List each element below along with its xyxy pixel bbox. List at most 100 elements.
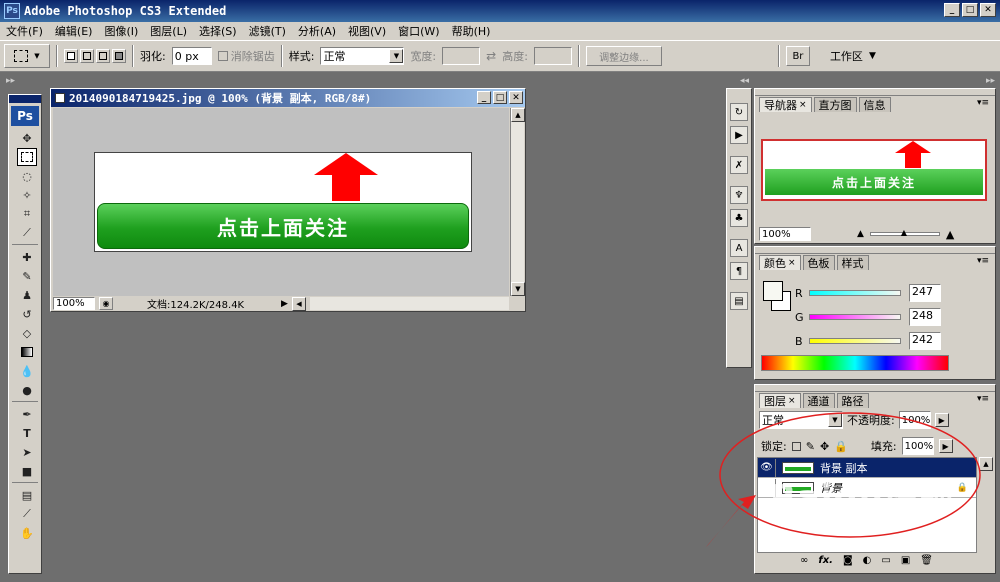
menu-filter[interactable]: 滤镜(T) (243, 23, 292, 39)
blur-tool-icon[interactable]: 💧 (17, 362, 37, 380)
blue-value-field[interactable]: 242 (909, 332, 941, 350)
tab-navigator[interactable]: 导航器 × (759, 97, 812, 112)
lasso-tool-icon[interactable]: ◌ (17, 167, 37, 185)
history-brush-tool-icon[interactable]: ↺ (17, 305, 37, 323)
new-group-icon[interactable]: ▭ (881, 555, 890, 566)
clone-stamp-tool-icon[interactable]: ♟ (17, 286, 37, 304)
menu-analysis[interactable]: 分析(A) (292, 23, 342, 39)
color-spectrum-bar[interactable] (761, 355, 949, 371)
notes-tool-icon[interactable]: ▤ (17, 486, 37, 504)
new-selection-icon[interactable] (64, 49, 78, 63)
path-selection-tool-icon[interactable]: ➤ (17, 443, 37, 461)
shape-tool-icon[interactable]: ■ (17, 462, 37, 480)
type-tool-icon[interactable]: T (17, 424, 37, 442)
add-selection-icon[interactable] (80, 49, 94, 63)
layer-mask-icon[interactable]: ◙ (843, 555, 853, 566)
tab-swatches[interactable]: 色板 (802, 255, 835, 270)
subtract-selection-icon[interactable] (96, 49, 110, 63)
new-layer-icon[interactable]: ▣ (901, 555, 910, 566)
foreground-color-swatch[interactable] (763, 281, 783, 301)
red-slider[interactable] (809, 290, 901, 296)
marquee-tool-icon[interactable] (17, 148, 37, 166)
chevron-down-icon[interactable]: ▼ (869, 51, 876, 61)
status-arrow-icon[interactable]: ▶ (281, 299, 288, 309)
brush-tool-icon[interactable]: ✎ (17, 267, 37, 285)
menu-select[interactable]: 选择(S) (193, 23, 243, 39)
close-icon[interactable]: × (788, 258, 796, 268)
close-button[interactable]: ✕ (509, 91, 523, 104)
swap-icon[interactable]: ⇄ (486, 49, 496, 63)
minimize-button[interactable]: _ (477, 91, 491, 104)
layer-comps-panel-icon[interactable]: ▤ (730, 292, 748, 310)
horizontal-scrollbar[interactable] (309, 297, 509, 310)
crop-tool-icon[interactable]: ⌗ (17, 205, 37, 223)
actions-panel-icon[interactable]: ▶ (730, 126, 748, 144)
navigator-preview[interactable]: 点击上面关注 (761, 139, 987, 201)
vertical-scrollbar[interactable]: ▲ ▼ (510, 108, 525, 296)
move-tool-icon[interactable]: ✥ (17, 129, 37, 147)
antialias-checkbox[interactable]: 消除锯齿 (217, 48, 275, 64)
menu-edit[interactable]: 编辑(E) (49, 23, 99, 39)
tool-presets-panel-icon[interactable]: ✗ (730, 156, 748, 174)
restore-button[interactable]: □ (962, 3, 978, 17)
document-title-bar[interactable]: 20140901847194​25.jpg @ 100% (背景 副本, RGB… (51, 89, 525, 107)
clone-source-panel-icon[interactable]: ♣ (730, 209, 748, 227)
status-menu-icon[interactable]: ◉ (99, 297, 113, 310)
tab-color[interactable]: 颜色 × (759, 255, 801, 270)
layer-style-icon[interactable]: fx. (818, 555, 833, 566)
history-panel-icon[interactable]: ↻ (730, 103, 748, 121)
dodge-tool-icon[interactable]: ● (17, 381, 37, 399)
expand-icon[interactable]: ▸▸ (6, 76, 15, 86)
hand-tool-icon[interactable]: ✋ (17, 524, 37, 542)
panel-grip[interactable] (755, 89, 995, 96)
panel-menu-icon[interactable]: ▾≡ (977, 256, 989, 266)
scroll-up-button[interactable]: ▲ (511, 108, 525, 122)
menu-file[interactable]: 文件(F) (0, 23, 49, 39)
menu-view[interactable]: 视图(V) (342, 23, 392, 39)
zoom-field[interactable]: 100% (53, 297, 95, 310)
feather-input[interactable]: 0 px (171, 47, 212, 65)
scroll-down-button[interactable]: ▼ (511, 282, 525, 296)
close-icon[interactable]: × (799, 100, 807, 110)
scroll-left-button[interactable]: ◀ (291, 296, 306, 311)
tab-histogram[interactable]: 直方图 (813, 97, 857, 112)
expand-panels-icon[interactable]: ▸▸ (986, 76, 995, 86)
panel-grip[interactable] (755, 247, 995, 254)
slice-tool-icon[interactable]: ⟋ (17, 224, 37, 242)
panel-grip[interactable] (755, 385, 995, 392)
workspace-label[interactable]: 工作区 (830, 48, 863, 64)
paragraph-panel-icon[interactable]: ¶ (730, 262, 748, 280)
zoom-slider[interactable]: ▲ (869, 228, 940, 237)
delete-layer-icon[interactable]: 🗑 (920, 555, 933, 566)
menu-help[interactable]: 帮助(H) (446, 23, 497, 39)
height-input[interactable] (533, 47, 572, 65)
width-input[interactable] (442, 47, 481, 65)
character-panel-icon[interactable]: A (730, 239, 748, 257)
toolbox-header[interactable] (9, 95, 41, 103)
bridge-icon[interactable]: Br (785, 46, 810, 66)
menu-window[interactable]: 窗口(W) (392, 23, 445, 39)
eyedropper-tool-icon[interactable]: ⟋ (17, 505, 37, 523)
close-button[interactable]: ✕ (980, 3, 996, 17)
menu-image[interactable]: 图像(I) (98, 23, 144, 39)
eraser-tool-icon[interactable]: ◇ (17, 324, 37, 342)
tab-styles[interactable]: 样式 (836, 255, 869, 270)
brushes-panel-icon[interactable]: ♆ (730, 186, 748, 204)
menu-layer[interactable]: 图层(L) (144, 23, 193, 39)
healing-brush-tool-icon[interactable]: ✚ (17, 248, 37, 266)
red-value-field[interactable]: 247 (909, 284, 941, 302)
collapse-dock-icon[interactable]: ◂◂ (740, 76, 749, 86)
zoom-in-icon[interactable]: ▲ (946, 228, 954, 241)
green-slider[interactable] (809, 314, 901, 320)
panel-menu-icon[interactable]: ▾≡ (977, 98, 989, 108)
tool-preset-picker[interactable]: ▼ (4, 44, 50, 68)
magic-wand-tool-icon[interactable]: ✧ (17, 186, 37, 204)
style-select[interactable]: 正常 ▼ (320, 47, 405, 65)
maximize-button[interactable]: □ (493, 91, 507, 104)
adjustment-layer-icon[interactable]: ◐ (863, 555, 872, 566)
gradient-tool-icon[interactable] (17, 343, 37, 361)
refine-edge-button[interactable]: 调整边缘... (585, 46, 662, 66)
green-value-field[interactable]: 248 (909, 308, 941, 326)
blue-slider[interactable] (809, 338, 901, 344)
tab-info[interactable]: 信息 (858, 97, 891, 112)
